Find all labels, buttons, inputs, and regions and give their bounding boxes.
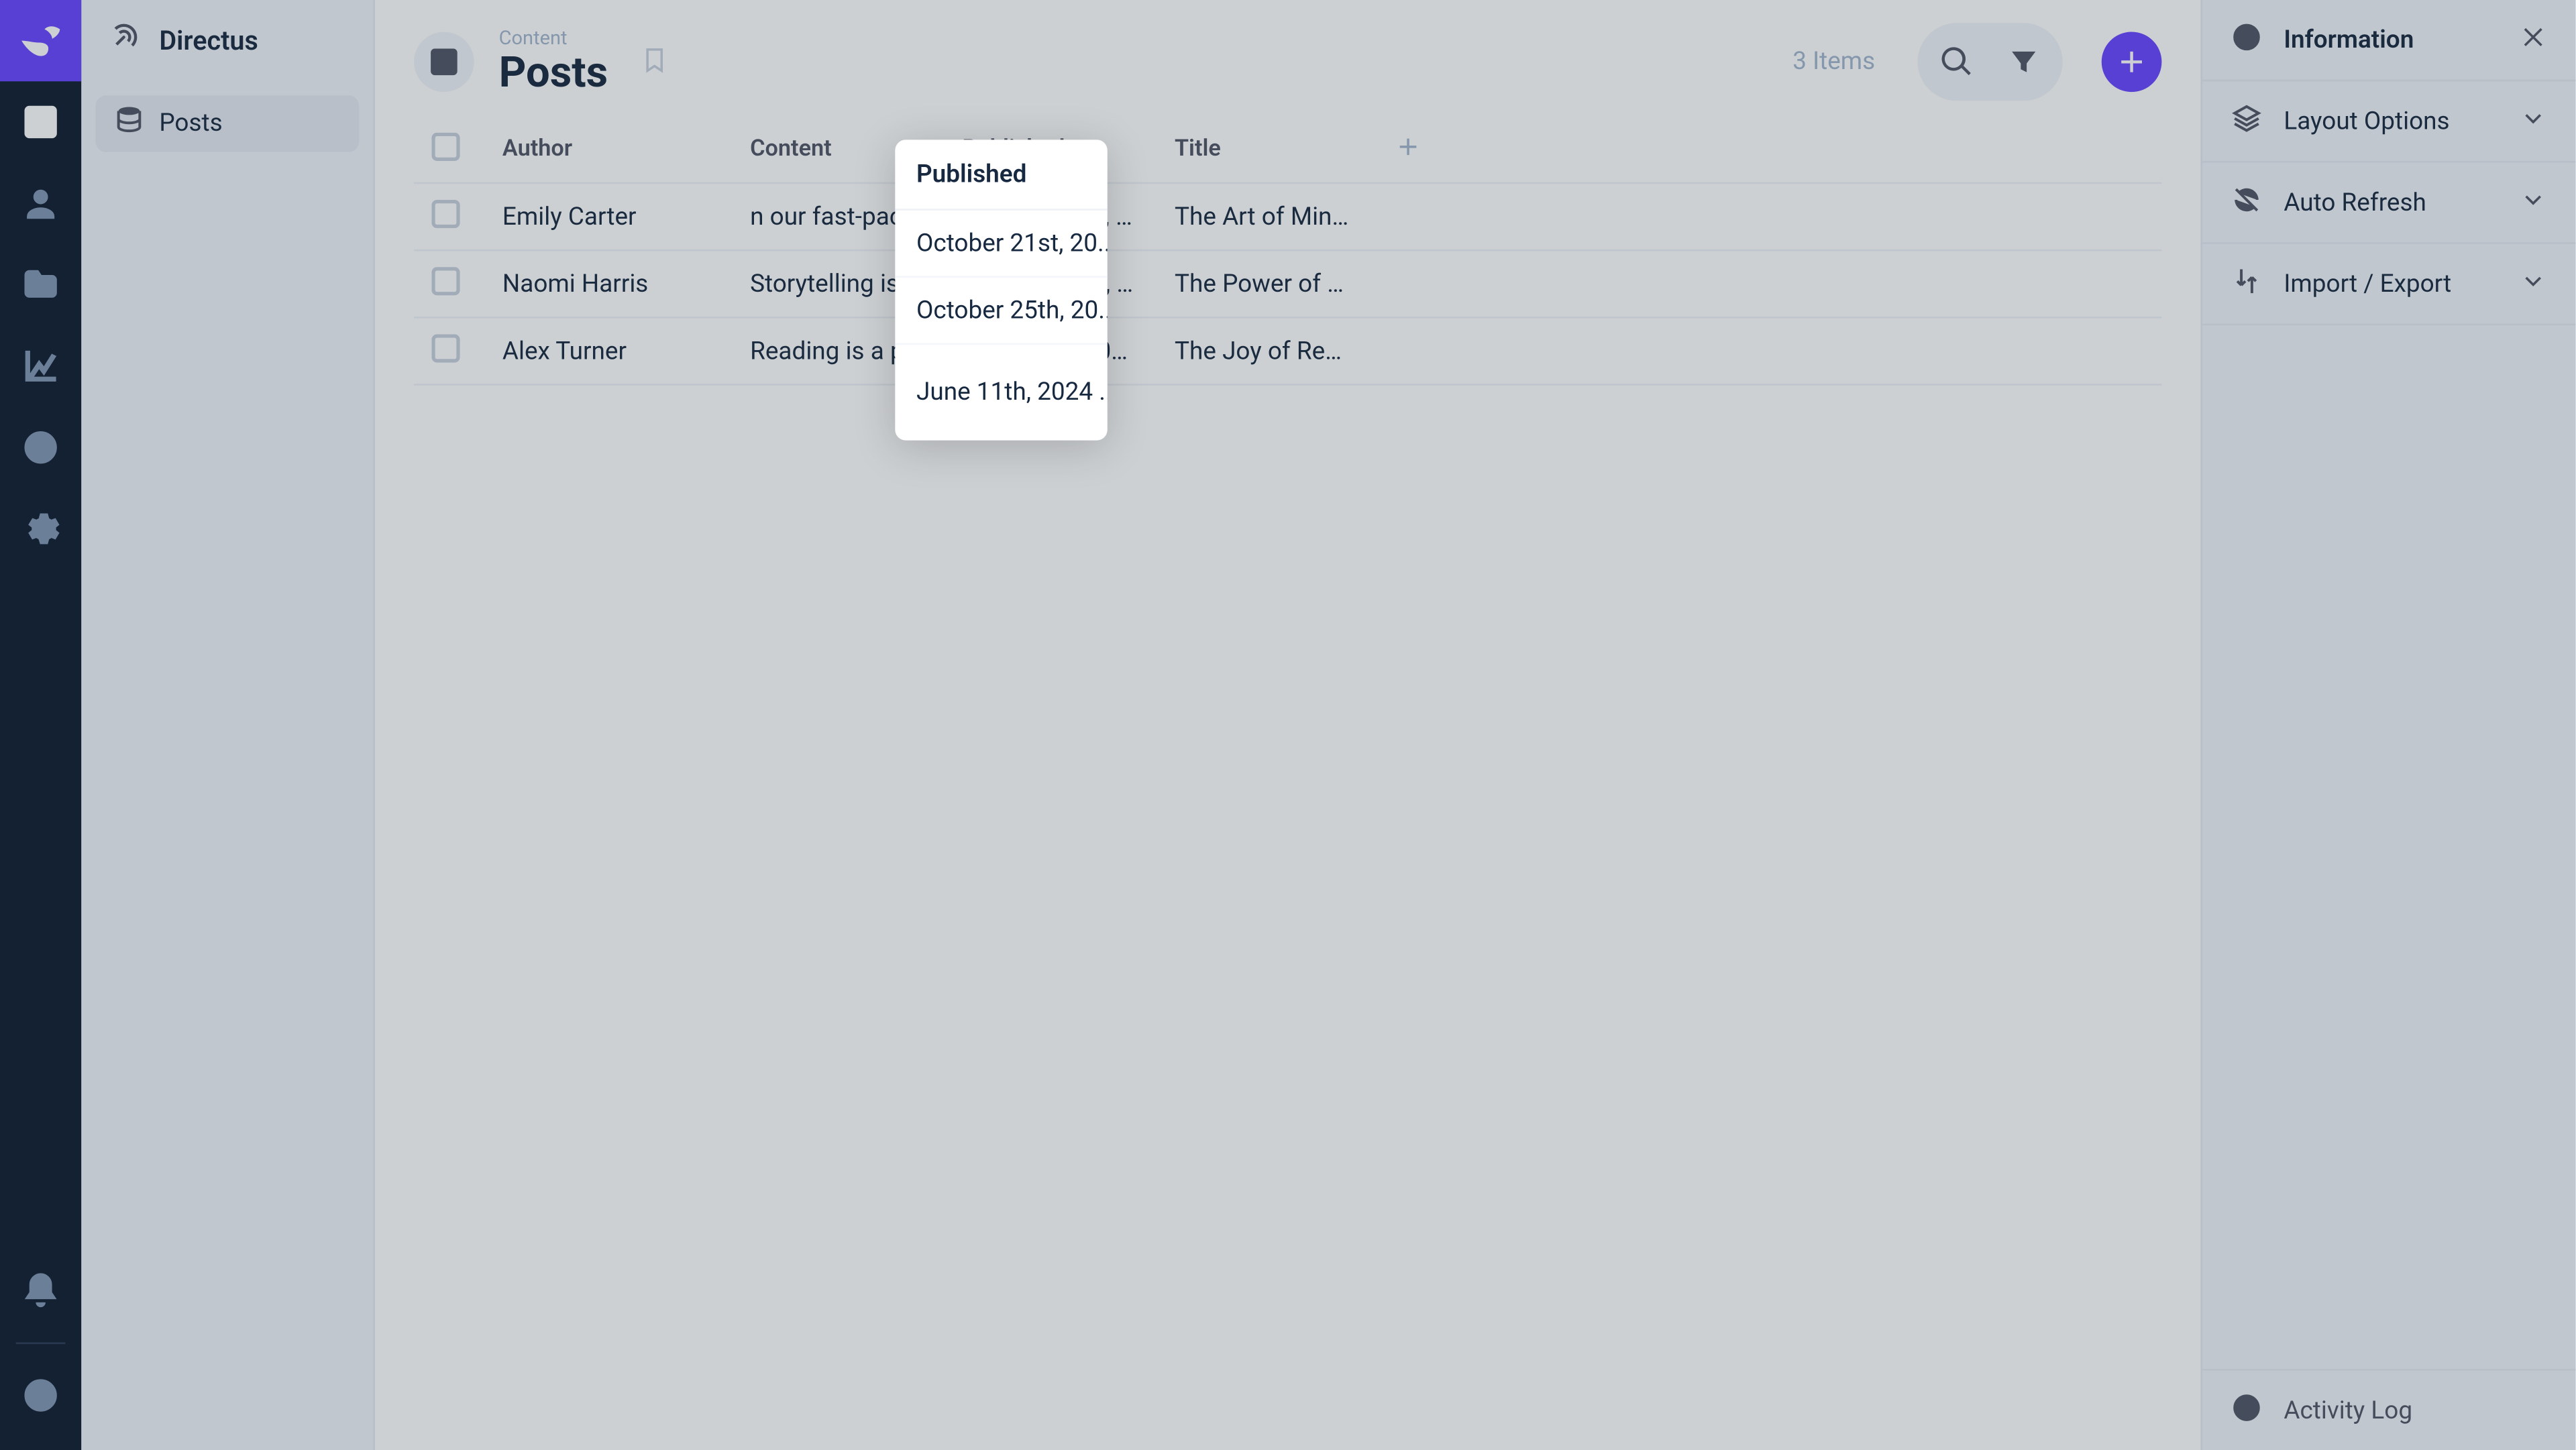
- popover-row[interactable]: June 11th, 2024 ...: [895, 345, 1107, 440]
- column-popover: Published October 21st, 20... October 25…: [895, 140, 1107, 440]
- modal-overlay[interactable]: [0, 0, 2575, 1450]
- popover-row[interactable]: October 25th, 20...: [895, 278, 1107, 345]
- popover-header[interactable]: Published: [895, 140, 1107, 210]
- popover-row[interactable]: October 21st, 20...: [895, 211, 1107, 278]
